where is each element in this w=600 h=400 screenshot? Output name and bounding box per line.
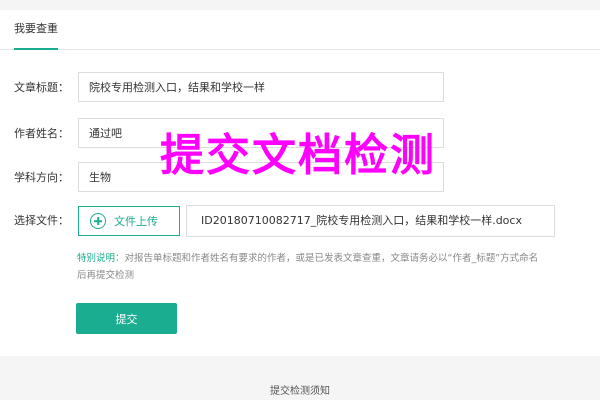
title-label: 文章标题： [14, 81, 69, 94]
page-root: 我要查重 文章标题： 作者姓名： 学科方向： 选择文件： 文件上传 ID2018… [0, 0, 600, 400]
subject-label: 学科方向： [14, 171, 69, 184]
file-upload-button[interactable]: 文件上传 [78, 206, 180, 236]
title-input[interactable] [78, 72, 444, 102]
special-note-key: 特别说明 [77, 253, 116, 264]
top-strip [0, 0, 600, 10]
form-row-title: 文章标题： [0, 72, 600, 104]
tab-header: 我要查重 [0, 10, 600, 50]
overlay-banner-text: 提交文档检测 [160, 130, 436, 181]
special-note-text: ：对报告单标题和作者姓名有要求的作者，或是已发表文章查重，文章请务必以“作者_标… [77, 253, 539, 281]
tab-plagiarism-check[interactable]: 我要查重 [14, 22, 58, 50]
submit-button[interactable]: 提交 [76, 303, 177, 334]
file-upload-label: 文件上传 [114, 215, 158, 228]
submission-notice-title: 提交检测须知 [270, 386, 330, 397]
plus-circle-icon [90, 213, 106, 229]
form-row-file: 选择文件： 文件上传 ID20180710082717_院校专用检测入口，结果和… [0, 205, 600, 237]
author-label: 作者姓名： [14, 127, 69, 140]
selected-file-name: ID20180710082717_院校专用检测入口，结果和学校一样.docx [186, 205, 555, 237]
file-label: 选择文件： [14, 214, 69, 227]
special-note: 特别说明：对报告单标题和作者姓名有要求的作者，或是已发表文章查重，文章请务必以“… [77, 250, 547, 284]
